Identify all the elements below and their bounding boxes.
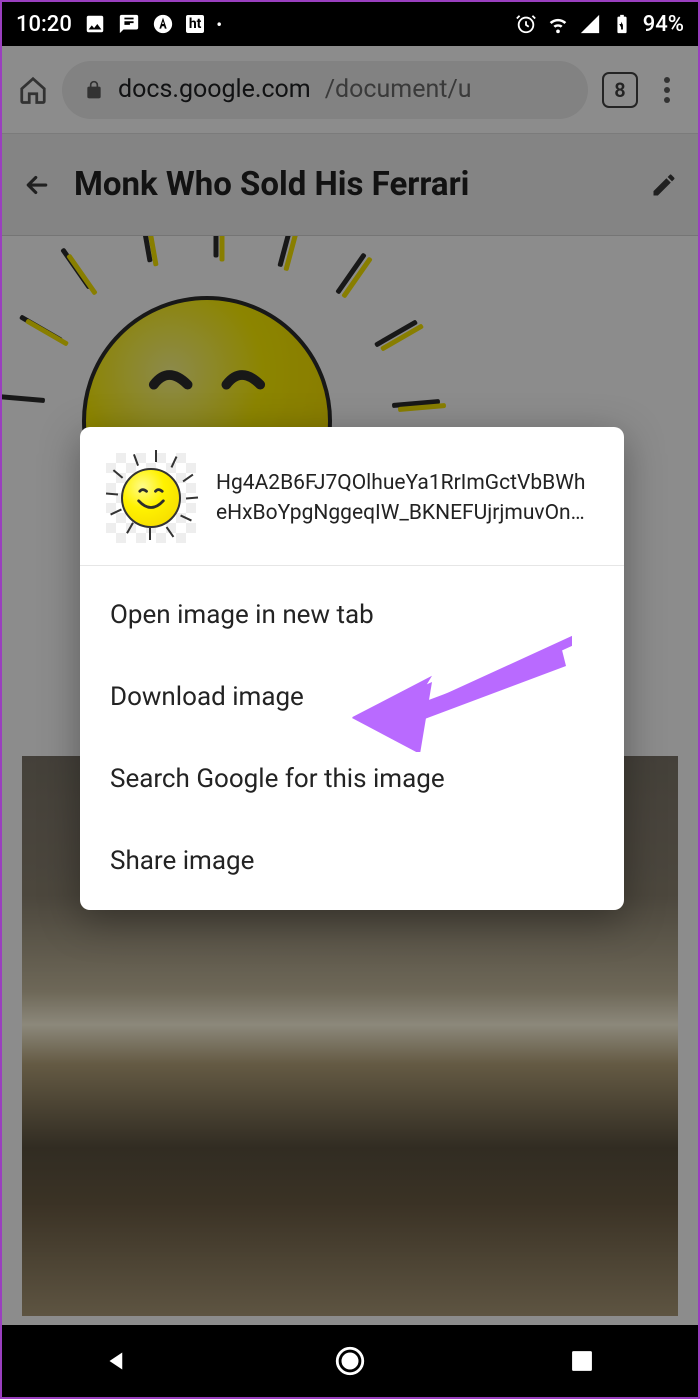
- status-left: 10:20 ht •: [16, 12, 222, 37]
- menu-download-image[interactable]: Download image: [80, 656, 624, 738]
- dialog-header: Hg4A2B6FJ7QOlhueYa1RrImGctVbBWh eHxBoYpg…: [80, 427, 624, 566]
- battery-text: 94%: [643, 12, 684, 37]
- status-time: 10:20: [16, 12, 72, 37]
- filename-line2: eHxBoYpgNggeqIW_BKNEFUjrjmuvOn…: [216, 501, 585, 525]
- signal-icon: [579, 13, 601, 35]
- menu-share-image[interactable]: Share image: [80, 820, 624, 902]
- ht-icon: ht: [186, 15, 205, 33]
- nav-back-icon[interactable]: [101, 1344, 135, 1378]
- message-icon: [118, 13, 140, 35]
- wifi-icon: [547, 13, 569, 35]
- status-right: 94%: [515, 12, 684, 37]
- status-dot: •: [216, 15, 222, 34]
- dialog-thumbnail: [106, 453, 196, 543]
- menu-open-new-tab[interactable]: Open image in new tab: [80, 574, 624, 656]
- image-context-menu: Hg4A2B6FJ7QOlhueYa1RrImGctVbBWh eHxBoYpg…: [80, 427, 624, 910]
- alarm-icon: [515, 13, 537, 35]
- nav-home-icon[interactable]: [333, 1344, 367, 1378]
- system-nav-bar: [2, 1325, 698, 1397]
- battery-icon: [611, 13, 633, 35]
- device-frame: 10:20 ht • 94% docs.google.com/document/…: [0, 0, 700, 1399]
- menu-search-google[interactable]: Search Google for this image: [80, 738, 624, 820]
- filename-line1: Hg4A2B6FJ7QOlhueYa1RrImGctVbBWh: [216, 471, 585, 495]
- nav-recents-icon[interactable]: [565, 1344, 599, 1378]
- status-bar: 10:20 ht • 94%: [2, 2, 698, 46]
- context-menu-list: Open image in new tab Download image Sea…: [80, 566, 624, 910]
- image-icon: [84, 13, 106, 35]
- circle-a-icon: [152, 13, 174, 35]
- dialog-filename: Hg4A2B6FJ7QOlhueYa1RrImGctVbBWh eHxBoYpg…: [216, 468, 598, 529]
